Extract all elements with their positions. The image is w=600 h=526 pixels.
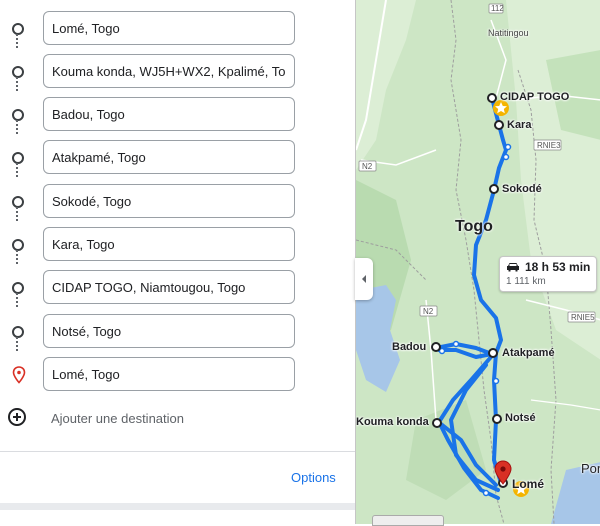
waypoint-marker-notse — [492, 414, 502, 424]
waypoint-circle-icon — [12, 66, 24, 78]
stop-row-8 — [0, 314, 355, 350]
route-dots-connector — [16, 337, 18, 351]
place-label-porto: Por — [581, 461, 600, 476]
waypoint-circle-icon — [12, 282, 24, 294]
waypoint-marker-sokode — [489, 184, 499, 194]
waypoint-marker-kara — [494, 120, 504, 130]
route-dots-connector — [16, 34, 18, 48]
collapse-panel-button[interactable] — [355, 258, 373, 300]
route-dots-connector — [16, 207, 18, 221]
stop-input-3[interactable] — [43, 97, 295, 131]
add-destination-button[interactable]: Ajouter une destination — [0, 404, 355, 434]
place-label-kouma: Kouma konda — [356, 416, 429, 428]
destination-pin-icon — [494, 460, 512, 485]
route-dots-connector — [16, 120, 18, 134]
chevron-left-icon — [362, 275, 366, 283]
waypoint-marker-atakpame — [488, 348, 498, 358]
place-label-cidap: CIDAP TOGO — [500, 91, 570, 103]
place-label-natitingou: Natitingou — [488, 28, 529, 38]
stop-row-4 — [0, 140, 355, 176]
stop-row-9 — [0, 357, 355, 393]
stop-row-3 — [0, 97, 355, 133]
place-label-badou: Badou — [392, 341, 427, 353]
waypoint-circle-icon — [12, 152, 24, 164]
waypoint-marker-badou — [431, 342, 441, 352]
place-label-notse: Notsé — [505, 412, 536, 424]
plus-circle-icon — [8, 408, 26, 426]
route-duration-card[interactable]: 18 h 53 min 1 111 km — [499, 256, 597, 292]
place-label-atakpame: Atakpamé — [502, 347, 555, 359]
waypoint-circle-icon — [12, 23, 24, 35]
road-label-sign: 112 — [491, 4, 504, 13]
layers-thumbnail[interactable] — [372, 515, 444, 526]
stop-input-2[interactable] — [43, 54, 295, 88]
waypoint-marker-cidap — [487, 93, 497, 103]
directions-panel: Ajouter une destination Options — [0, 0, 355, 524]
route-duration: 18 h 53 min — [525, 260, 591, 274]
road-label-n2: N2 — [362, 162, 373, 171]
place-label-kara: Kara — [507, 119, 532, 131]
route-distance: 1 111 km — [506, 276, 546, 287]
route-dots-connector — [16, 77, 18, 91]
car-icon — [507, 263, 519, 272]
stop-input-6[interactable] — [43, 227, 295, 261]
stop-row-7 — [0, 270, 355, 306]
road-label-n2: N2 — [423, 307, 434, 316]
waypoint-circle-icon — [12, 326, 24, 338]
stop-row-5 — [0, 184, 355, 220]
country-label: Togo — [455, 218, 493, 235]
options-link[interactable]: Options — [291, 470, 336, 485]
route-dots-connector — [16, 250, 18, 264]
stop-row-2 — [0, 54, 355, 90]
waypoint-marker-kouma — [432, 418, 442, 428]
road-label-rnie3: RNIE3 — [537, 141, 561, 150]
add-destination-label: Ajouter une destination — [51, 411, 184, 426]
route-dots-connector — [16, 293, 18, 307]
road-label-rnie5: RNIE5 — [571, 313, 595, 322]
destination-pin-icon — [12, 366, 26, 384]
divider — [0, 451, 355, 452]
waypoint-circle-icon — [12, 239, 24, 251]
section-divider — [0, 503, 355, 510]
stop-input-4[interactable] — [43, 140, 295, 174]
stop-input-7[interactable] — [43, 270, 295, 304]
waypoint-circle-icon — [12, 109, 24, 121]
route-dots-connector — [16, 163, 18, 177]
stop-row-6 — [0, 227, 355, 263]
stop-input-5[interactable] — [43, 184, 295, 218]
stop-row-1 — [0, 11, 355, 47]
place-label-lome: Lomé — [512, 477, 545, 491]
place-label-sokode: Sokodé — [502, 183, 542, 195]
stop-input-1[interactable] — [43, 11, 295, 45]
stop-input-8[interactable] — [43, 314, 295, 348]
waypoint-circle-icon — [12, 196, 24, 208]
stop-input-9[interactable] — [43, 357, 295, 391]
